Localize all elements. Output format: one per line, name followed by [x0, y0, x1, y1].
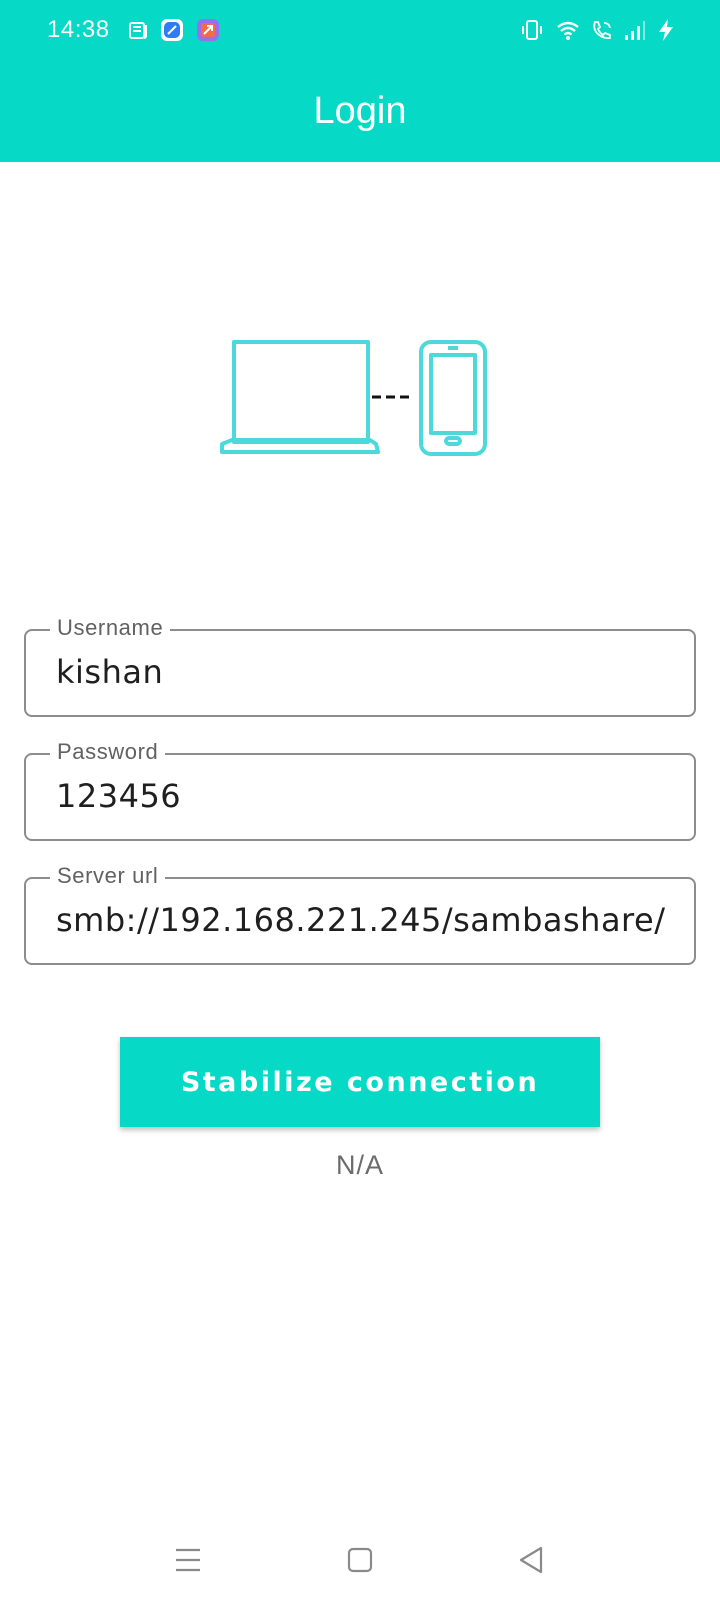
password-input[interactable]: 123456 — [56, 777, 674, 815]
home-icon[interactable] — [340, 1540, 380, 1580]
app-shortcut-icon — [197, 19, 219, 41]
charging-icon — [659, 19, 673, 41]
menu-icon[interactable] — [168, 1540, 208, 1580]
app-bar: 14:38 Login — [0, 0, 720, 162]
server-url-input[interactable]: smb://192.168.221.245/sambashare/ — [56, 901, 674, 939]
username-input[interactable]: kishan — [56, 653, 674, 691]
password-field[interactable]: Password 123456 — [24, 739, 696, 841]
username-label: Username — [50, 615, 171, 641]
status-time: 14:38 — [47, 16, 110, 43]
browser-app-icon — [161, 19, 183, 41]
wifi-icon — [557, 21, 579, 40]
signal-icon — [625, 21, 645, 40]
connection-status-text: N/A — [335, 1150, 384, 1180]
stabilize-connection-button[interactable]: Stabilize connection — [120, 1037, 600, 1127]
server-url-label: Server url — [50, 863, 166, 889]
back-icon[interactable] — [512, 1540, 552, 1580]
page-title: Login — [313, 90, 407, 132]
wifi-calling-icon — [593, 21, 611, 40]
news-icon — [129, 22, 147, 39]
username-field[interactable]: Username kishan — [24, 615, 696, 717]
server-url-field[interactable]: Server url smb://192.168.221.245/sambash… — [24, 863, 696, 965]
laptop-phone-link-icon — [220, 340, 487, 456]
password-label: Password — [50, 739, 166, 765]
navigation-bar — [0, 1520, 720, 1600]
status-bar: 14:38 — [0, 0, 720, 64]
vibrate-icon — [522, 20, 542, 40]
